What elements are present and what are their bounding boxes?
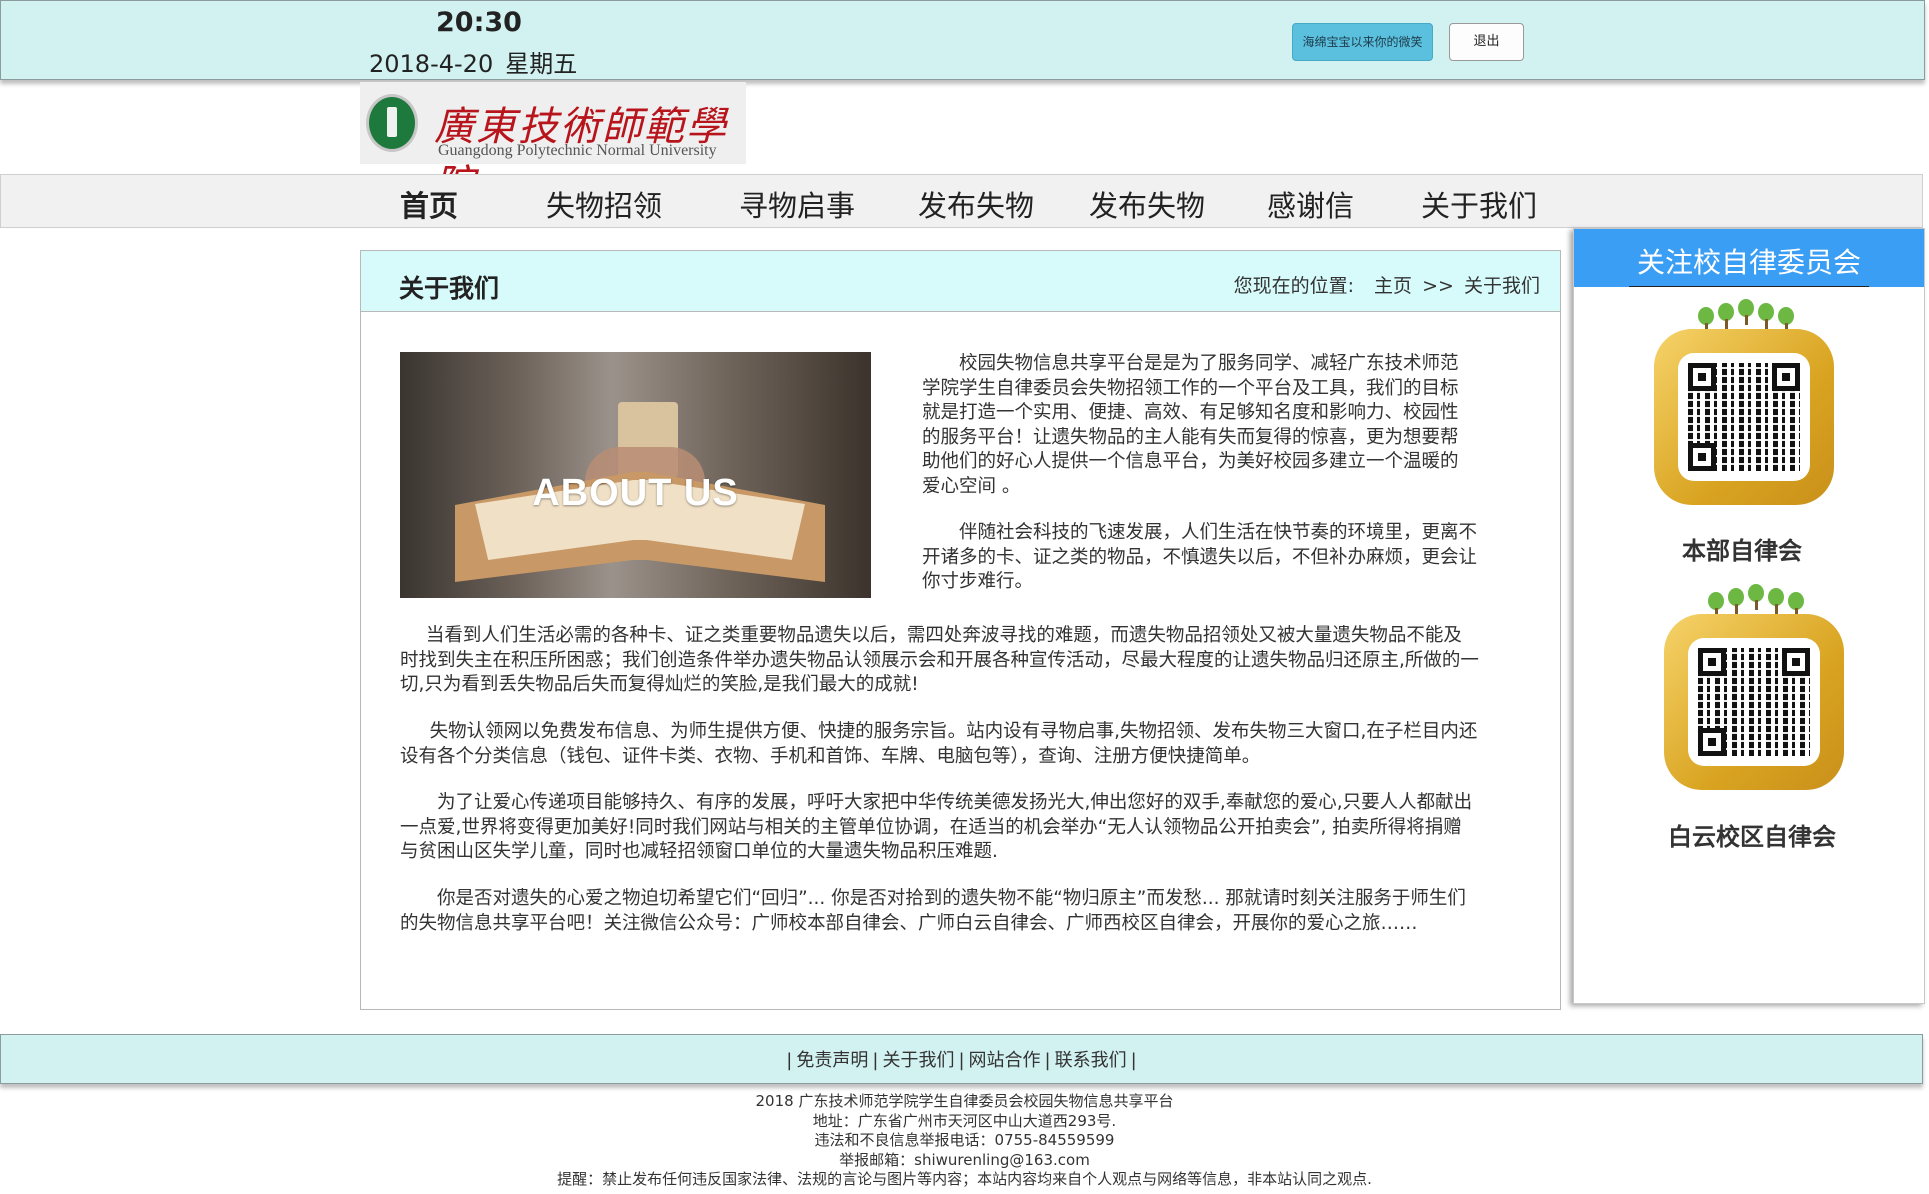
nav-item-about-us[interactable]: 关于我们 xyxy=(1421,183,1537,225)
intro-paragraph-1: 校园失物信息共享平台是是为了服务同学、减轻广东技术师范学院学生自律委员会失物招领… xyxy=(922,353,1459,497)
tree-icon xyxy=(1758,303,1774,329)
qr-finder-icon xyxy=(1698,648,1726,676)
tree-icon xyxy=(1748,584,1764,610)
qr-card-main-campus xyxy=(1654,299,1834,509)
footer-separator: | xyxy=(1130,1050,1137,1071)
qr-card-baiyun-campus xyxy=(1664,584,1844,794)
tree-icon xyxy=(1768,588,1784,614)
breadcrumb: 您现在的位置: 主页 >> 关于我们 xyxy=(1230,271,1540,298)
user-button[interactable]: 海绵宝宝以来你的微笑 xyxy=(1292,23,1433,61)
intro-paragraph-5: 为了让爱心传递项目能够持久、有序的发展，呼吁大家把中华传统美德发扬光大,伸出您好… xyxy=(400,792,1473,862)
breadcrumb-prefix: 您现在的位置: xyxy=(1233,275,1354,297)
sidebar-follow-panel: 关注校自律委员会 本部自律会 白云校区自律会 xyxy=(1573,228,1925,1004)
qr-finder-icon xyxy=(1772,363,1800,391)
footer-link-about[interactable]: 关于我们 xyxy=(882,1050,954,1071)
intro-paragraph-2: 伴随社会科技的飞速发展，人们生活在快节奏的环境里，更离不开诸多的卡、证之类的物品… xyxy=(922,522,1478,592)
footer-bar: | 免责声明 | 关于我们 | 网站合作 | 联系我们 | xyxy=(0,1034,1923,1084)
footer-separator: | xyxy=(958,1050,965,1071)
date-text: 2018-4-20 xyxy=(369,50,494,78)
intro-paragraph-3: 当看到人们生活必需的各种卡、证之类重要物品遗失以后，需四处奔波寻找的难题，而遗失… xyxy=(400,625,1479,695)
qr-label-main-campus: 本部自律会 xyxy=(1682,537,1802,565)
footer-separator: | xyxy=(786,1050,793,1071)
breadcrumb-separator: >> xyxy=(1422,275,1454,297)
intro-paragraph-4: 失物认领网以免费发布信息、为师生提供方便、快捷的服务宗旨。站内设有寻物启事,失物… xyxy=(400,721,1478,767)
tree-icon xyxy=(1738,299,1754,325)
nav-item-search-notice[interactable]: 寻物启事 xyxy=(739,183,855,225)
tree-icon xyxy=(1728,588,1744,614)
intro-paragraph-6: 你是否对遗失的心爱之物迫切希望它们“回归”... 你是否对拾到的遗失物不能“物归… xyxy=(400,888,1466,934)
page-title: 关于我们 xyxy=(399,274,500,303)
footer-link-disclaimer[interactable]: 免责声明 xyxy=(796,1050,868,1071)
qr-finder-icon xyxy=(1782,648,1810,676)
footer-report-email: 举报邮箱：shiwurenling@163.com xyxy=(839,1150,1090,1169)
clock-time: 20:30 xyxy=(436,7,522,38)
footer-links: | 免责声明 | 关于我们 | 网站合作 | 联系我们 | xyxy=(1,1046,1922,1072)
qr-label-baiyun-campus: 白云校区自律会 xyxy=(1668,823,1836,851)
footer-notice: 提醒：禁止发布任何违反国家法律、法规的言论与图片等内容；本站内容均来自个人观点与… xyxy=(557,1170,1372,1188)
footer-info: 2018 广东技术师范学院学生自律委员会校园失物信息共享平台 地址：广东省广州市… xyxy=(0,1092,1929,1190)
footer-report-phone: 违法和不良信息举报电话：0755-84559599 xyxy=(814,1131,1115,1149)
about-us-image: ABOUT US xyxy=(400,352,871,598)
about-us-image-text: ABOUT US xyxy=(532,472,739,514)
sidebar-title: 关注校自律委员会 xyxy=(1636,246,1861,279)
qr-finder-icon xyxy=(1688,363,1716,391)
logout-button[interactable]: 退出 xyxy=(1449,23,1524,61)
footer-link-cooperation[interactable]: 网站合作 xyxy=(969,1050,1041,1071)
nav-item-thank-letter[interactable]: 感谢信 xyxy=(1267,183,1354,225)
main-nav: 首页 失物招领 寻物启事 发布失物 发布失物 感谢信 关于我们 xyxy=(0,174,1923,228)
weekday-text: 星期五 xyxy=(505,50,578,78)
sidebar-header: 关注校自律委员会 xyxy=(1574,229,1924,287)
breadcrumb-home-link[interactable]: 主页 xyxy=(1374,275,1412,297)
nav-item-home[interactable]: 首页 xyxy=(400,183,458,225)
nav-item-publish-lost-2[interactable]: 发布失物 xyxy=(1089,183,1205,225)
nav-item-publish-lost[interactable]: 发布失物 xyxy=(918,183,1034,225)
nav-item-lost-found[interactable]: 失物招领 xyxy=(546,183,662,225)
footer-separator: | xyxy=(872,1050,879,1071)
breadcrumb-current: 关于我们 xyxy=(1463,275,1540,297)
qr-finder-icon xyxy=(1698,728,1726,756)
footer-separator: | xyxy=(1044,1050,1051,1071)
about-panel: 关于我们 您现在的位置: 主页 >> 关于我们 ABOUT US 校园失物信息共… xyxy=(360,250,1561,1010)
qr-finder-icon xyxy=(1688,443,1716,471)
logo-english-name: Guangdong Polytechnic Normal University xyxy=(438,142,717,159)
panel-header: 关于我们 您现在的位置: 主页 >> 关于我们 xyxy=(361,251,1560,312)
top-bar: 20:30 2018-4-20 星期五 海绵宝宝以来你的微笑 退出 xyxy=(0,0,1925,80)
tree-icon xyxy=(1718,303,1734,329)
footer-link-contact[interactable]: 联系我们 xyxy=(1055,1050,1127,1071)
university-seal-icon xyxy=(366,94,418,152)
sidebar-divider xyxy=(1629,286,1869,287)
clock-date: 2018-4-20 星期五 xyxy=(369,44,589,79)
university-logo[interactable]: 廣東技術師範學院 Guangdong Polytechnic Normal Un… xyxy=(360,82,746,208)
footer-copyright: 2018 广东技术师范学院学生自律委员会校园失物信息共享平台 xyxy=(755,1092,1174,1110)
footer-address: 地址：广东省广州市天河区中山大道西293号. xyxy=(812,1111,1117,1130)
